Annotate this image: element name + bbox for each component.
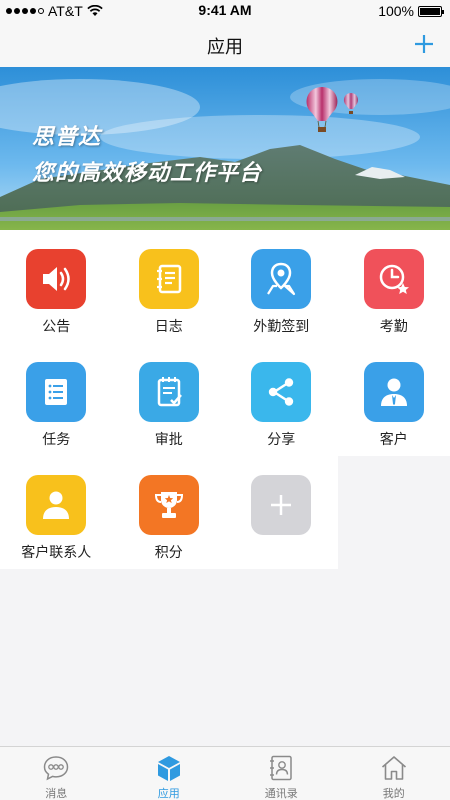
app-customer[interactable]: 客户 — [337, 343, 450, 456]
share-icon — [268, 378, 294, 406]
battery-icon — [418, 5, 444, 17]
app-label: 日志 — [154, 319, 183, 335]
app-tile — [251, 475, 311, 535]
tab-apps[interactable]: 应用 — [113, 747, 226, 800]
contacts-book-icon — [270, 755, 292, 781]
tab-label: 应用 — [157, 787, 180, 800]
app-approval[interactable]: 审批 — [112, 343, 225, 456]
banner-tagline: 您的高效移动工作平台 — [32, 161, 263, 186]
battery-percent: 100% — [378, 3, 414, 19]
location-pin-icon — [267, 262, 296, 296]
tab-mine[interactable]: 我的 — [338, 747, 450, 800]
banner-brand: 思普达 — [32, 125, 102, 150]
app-field-checkin[interactable]: 外勤签到 — [225, 230, 338, 343]
app-label: 分享 — [267, 432, 296, 448]
tab-messages[interactable]: 消息 — [0, 747, 113, 800]
status-bar: AT&T 9:41 AM 100% — [0, 0, 450, 22]
app-tile — [363, 249, 424, 309]
app-tile — [26, 362, 86, 422]
app-announcement[interactable]: 公告 — [0, 230, 113, 343]
banner-slogan: 思普达 您的高效移动工作平台 — [32, 119, 262, 187]
add-app-icon[interactable] — [412, 29, 436, 59]
app-attendance[interactable]: 考勤 — [337, 230, 450, 343]
page-title: 应用 — [207, 37, 243, 58]
tab-label: 我的 — [382, 787, 405, 800]
app-tile — [26, 249, 86, 309]
app-share[interactable]: 分享 — [225, 343, 338, 456]
contact-person-icon — [43, 491, 69, 519]
app-label: 客户 — [379, 432, 408, 448]
promo-banner[interactable]: 思普达 您的高效移动工作平台 — [0, 67, 450, 230]
tab-label: 消息 — [45, 787, 68, 800]
plus-icon — [271, 495, 291, 515]
app-label: 外勤签到 — [253, 319, 310, 335]
app-label: 任务 — [42, 432, 71, 448]
speaker-icon — [43, 267, 70, 291]
clock-star-icon — [379, 264, 409, 294]
app-tile — [363, 362, 424, 422]
battery-status: 100% — [378, 3, 444, 19]
message-icon — [43, 756, 69, 781]
notebook-icon — [156, 264, 181, 294]
app-daily-log[interactable]: 日志 — [112, 230, 225, 343]
app-tile — [26, 475, 86, 535]
apps-cube-icon — [157, 756, 180, 781]
app-label: 积分 — [154, 545, 183, 561]
trophy-icon — [154, 492, 183, 518]
app-tile — [138, 362, 199, 422]
tab-label: 通讯录 — [264, 787, 298, 800]
app-points[interactable]: 积分 — [112, 456, 225, 569]
app-customer-contact[interactable]: 客户联系人 — [0, 456, 113, 569]
tab-bar: 消息 应用 通讯录 我的 — [0, 746, 450, 800]
app-tasks[interactable]: 任务 — [0, 343, 113, 456]
add-app-tile[interactable] — [225, 456, 338, 569]
app-tile — [138, 475, 199, 535]
app-label: 考勤 — [379, 319, 408, 335]
customer-icon — [380, 378, 407, 406]
app-tile — [251, 362, 311, 422]
approval-icon — [157, 377, 182, 407]
app-label: 审批 — [154, 432, 183, 448]
task-list-icon — [45, 379, 67, 405]
home-icon — [381, 756, 406, 780]
app-tile — [138, 249, 199, 309]
app-label: 客户联系人 — [21, 545, 92, 561]
app-label: 公告 — [42, 319, 71, 335]
app-tile — [251, 249, 311, 309]
tab-contacts[interactable]: 通讯录 — [225, 747, 338, 800]
navigation-bar: 应用 — [0, 22, 450, 67]
